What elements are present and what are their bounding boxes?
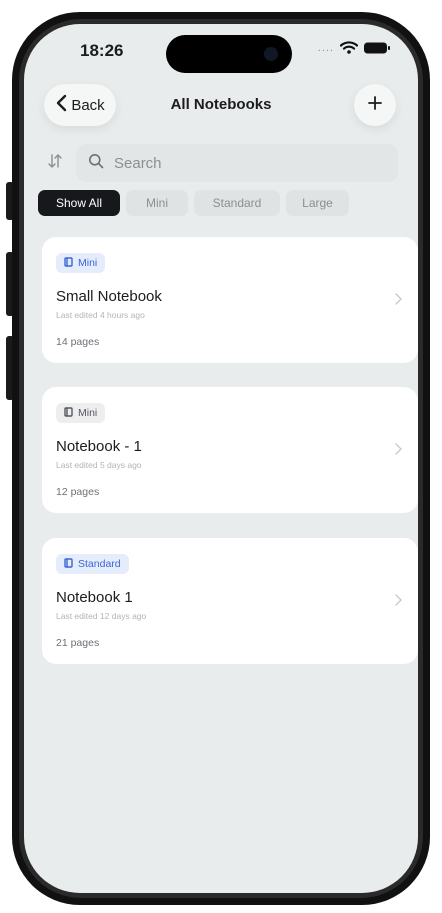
- wifi-icon: [340, 41, 358, 54]
- last-edited: Last edited 5 days ago: [56, 460, 142, 470]
- search-field[interactable]: [76, 144, 398, 182]
- size-tag-label: Mini: [78, 257, 98, 269]
- search-row: [44, 144, 398, 182]
- filter-large[interactable]: Large: [286, 190, 349, 216]
- size-tag-label: Mini: [78, 407, 98, 419]
- page-count: 21 pages: [56, 637, 100, 649]
- size-tag: Mini: [56, 253, 106, 273]
- filter-mini[interactable]: Mini: [126, 190, 188, 216]
- notebook-card[interactable]: Standard Notebook 1 Last edited 12 days …: [42, 538, 418, 664]
- notebook-title: Notebook 1: [56, 589, 133, 606]
- nav-bar: Back All Notebooks: [24, 84, 418, 132]
- size-tag-label: Standard: [78, 558, 121, 570]
- camera-dot: [264, 47, 278, 61]
- chevron-right-icon: [395, 593, 402, 611]
- last-edited: Last edited 4 hours ago: [56, 310, 145, 320]
- filter-show-all[interactable]: Show All: [38, 190, 120, 216]
- notebook-title: Small Notebook: [56, 288, 162, 305]
- filter-tabs: Show All Mini Standard Large: [38, 190, 349, 216]
- notebook-card[interactable]: Mini Notebook - 1 Last edited 5 days ago…: [42, 387, 418, 513]
- add-notebook-button[interactable]: [354, 84, 396, 126]
- signal-indicator: ....: [317, 41, 334, 54]
- status-time: 18:26: [80, 41, 124, 60]
- status-icons: ....: [318, 41, 390, 54]
- search-icon: [88, 153, 104, 174]
- dynamic-island: [166, 35, 292, 73]
- size-tag: Mini: [56, 403, 106, 423]
- notebook-icon: [64, 256, 73, 270]
- chevron-right-icon: [395, 292, 402, 310]
- size-tag: Standard: [56, 554, 129, 574]
- sort-button[interactable]: [44, 152, 66, 174]
- notebook-title: Notebook - 1: [56, 438, 142, 455]
- notebook-icon: [64, 557, 73, 571]
- notebook-card[interactable]: Mini Small Notebook Last edited 4 hours …: [42, 237, 418, 363]
- last-edited: Last edited 12 days ago: [56, 611, 147, 621]
- page-count: 12 pages: [56, 486, 100, 498]
- notebook-icon: [64, 406, 73, 420]
- page-count: 14 pages: [56, 336, 100, 348]
- chevron-right-icon: [395, 442, 402, 460]
- plus-icon: [367, 95, 383, 116]
- sort-icon: [47, 153, 63, 174]
- battery-icon: [364, 42, 390, 54]
- filter-standard[interactable]: Standard: [194, 190, 280, 216]
- search-input[interactable]: [112, 153, 366, 173]
- phone-screen: 18:26 .... Back All Notebooks Search Sho…: [24, 24, 418, 893]
